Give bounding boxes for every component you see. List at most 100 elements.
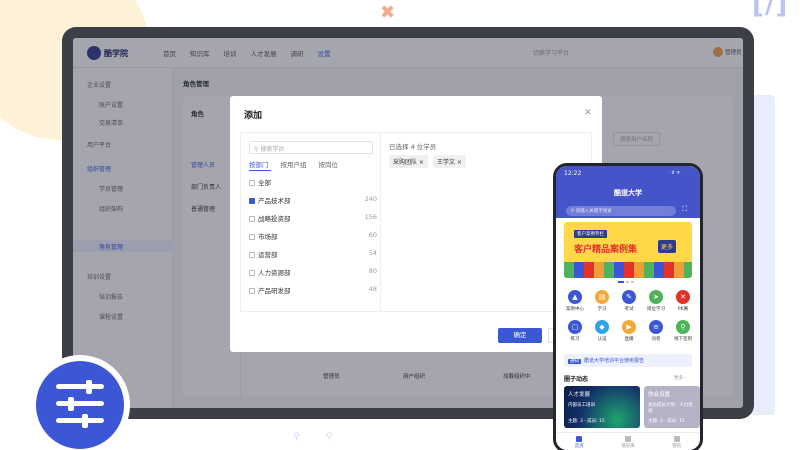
department-count: 80	[368, 267, 377, 275]
user-icon	[673, 436, 680, 442]
feature-icon: ▲	[568, 290, 582, 304]
section-title: 圈子动态	[564, 376, 589, 383]
add-dialog: 添加 ✕ ⚲ 搜索学员 按部门 按用户组 按岗位 全部产品技术部 240 战略投资部…	[230, 96, 602, 352]
feature-item[interactable]: ✎ 考试	[616, 290, 642, 312]
tab-by-department[interactable]: 按部门	[249, 159, 269, 169]
chip-label: 采购团队	[393, 159, 418, 166]
phone-search-input[interactable]: ⚲ 请输入关键字搜索	[566, 206, 676, 216]
feature-item[interactable]: ≡ 问卷	[643, 320, 669, 342]
checkbox[interactable]	[249, 270, 255, 276]
tab-by-position[interactable]: 按岗位	[319, 159, 339, 169]
department-name: 战略投资部	[258, 215, 291, 223]
feature-item[interactable]: ▲ 案例中心	[562, 290, 588, 312]
feature-item[interactable]: ✕ PK赛	[670, 290, 696, 312]
feature-item[interactable]: ▢ 练习	[562, 320, 588, 342]
feature-item[interactable]: ◆ 认证	[589, 320, 615, 342]
sliders-icon	[56, 380, 104, 428]
close-icon[interactable]: ✕	[584, 108, 592, 118]
chip-label: 王学文	[436, 159, 455, 166]
feature-icon: ⚲	[676, 320, 690, 334]
search-decor-icon: ⚲	[293, 432, 300, 442]
banner-tag: 客户案例专栏	[574, 230, 607, 238]
stage: ✖ [/] 酷学院 首页 知识库 培训 人才发展 调研 设置 切换学习平台 · …	[0, 0, 800, 450]
feature-label: 问卷	[651, 337, 661, 342]
checkbox[interactable]	[249, 198, 255, 204]
selection-panel: ⚲ 搜索学员 按部门 按用户组 按岗位 全部产品技术部 240 战略投资部 156 市场…	[240, 132, 380, 312]
department-row[interactable]: 战略投资部 156	[249, 213, 377, 223]
feature-item[interactable]: ➤ 岗位学习	[643, 290, 669, 312]
dialog-tabs: 按部门 按用户组 按岗位	[249, 159, 338, 169]
checkbox[interactable]	[249, 216, 255, 222]
banner-more-button[interactable]: 更多	[658, 240, 677, 253]
feature-item[interactable]: ⚲ 线下签到	[670, 320, 696, 342]
selected-count: 已选择 4 位学员	[389, 143, 437, 151]
tabbar-me[interactable]: 我的	[672, 436, 681, 450]
department-row[interactable]: 全部	[249, 177, 377, 187]
banner-title: 客户精品案例集	[574, 245, 638, 255]
tabbar-label: 首页	[574, 444, 584, 449]
department-row[interactable]: 产品研发部 48	[249, 285, 377, 295]
department-row[interactable]: 运营部 54	[249, 249, 377, 259]
feature-icon: ➤	[649, 290, 663, 304]
feature-item[interactable]: ▶ 直播	[616, 320, 642, 342]
student-search-input[interactable]: ⚲ 搜索学员	[249, 141, 373, 154]
department-name: 运营部	[258, 251, 278, 259]
selected-chip[interactable]: 采购团队 ×	[389, 155, 428, 168]
tabbar-label: 培训库	[621, 444, 635, 449]
feature-icon: ✎	[622, 290, 636, 304]
feature-label: 认证	[597, 337, 607, 342]
tabbar-label: 我的	[672, 444, 682, 449]
checkbox[interactable]	[249, 288, 255, 294]
phone-search-placeholder: 请输入关键字搜索	[575, 209, 612, 214]
promo-banner[interactable]: 客户案例专栏 客户精品案例集 更多	[564, 222, 692, 278]
department-count: 48	[368, 285, 377, 293]
phone-title: 酷道大学	[614, 189, 642, 197]
feature-icon: ▢	[568, 320, 582, 334]
selected-chips: 采购团队 × 王学文 ×	[389, 155, 466, 168]
card-meta: 主题: 3 · 成员: 15	[648, 419, 685, 424]
scan-icon[interactable]: ⛶	[682, 205, 687, 214]
search-placeholder: 搜索学员	[260, 146, 285, 153]
x-decor-icon: ✖	[380, 2, 396, 23]
card-title: 你会设置	[648, 392, 671, 398]
department-count: 240	[364, 195, 377, 203]
feature-item[interactable]: ▤ 学习	[589, 290, 615, 312]
circle-card[interactable]: 人才发展 内部员工培训 主题: 3 · 成员: 15	[564, 386, 640, 428]
department-name: 产品研发部	[258, 287, 291, 295]
dialog-title: 添加	[244, 111, 263, 121]
checkbox[interactable]	[249, 234, 255, 240]
notice-bar[interactable]: 通知 酷道大学培训平台使用报告	[564, 354, 692, 367]
department-name: 产品技术部	[258, 197, 291, 205]
banner-illustration	[564, 262, 692, 278]
feature-label: 学习	[597, 307, 607, 312]
selected-chip[interactable]: 王学文 ×	[432, 155, 466, 168]
department-name: 全部	[258, 179, 271, 187]
feature-label: PK赛	[677, 307, 689, 312]
phone-mockup: 12:22 ·ıl ᯤ 酷道大学 ⚲ 请输入关键字搜索 ⛶ 客户案例专栏 客户精…	[553, 163, 703, 450]
department-name: 市场部	[258, 233, 278, 241]
library-icon	[625, 436, 631, 442]
card-title: 人才发展	[568, 392, 591, 398]
feature-icon: ✕	[676, 290, 690, 304]
feature-icon: ≡	[649, 320, 663, 334]
feature-label: 考试	[624, 307, 634, 312]
feature-label: 岗位学习	[647, 307, 665, 312]
department-count: 60	[368, 231, 377, 239]
department-row[interactable]: 市场部 60	[249, 231, 377, 241]
carousel-dots	[618, 281, 634, 283]
tab-by-group[interactable]: 按用户组	[281, 159, 307, 169]
feature-label: 案例中心	[566, 307, 584, 312]
card-meta: 主题: 3 · 成员: 15	[568, 419, 605, 424]
tabbar-home[interactable]: 首页	[575, 436, 584, 450]
checkbox[interactable]	[249, 252, 255, 258]
checkbox[interactable]	[249, 180, 255, 186]
tabbar-library[interactable]: 培训库	[621, 436, 635, 450]
feature-label: 直播	[624, 337, 634, 342]
confirm-button[interactable]: 确定	[498, 328, 542, 343]
department-row[interactable]: 产品技术部 240	[249, 195, 377, 205]
circle-card[interactable]: 你会设置 会员成长计划 · 人力资源 主题: 3 · 成员: 15	[644, 386, 700, 428]
feature-label: 练习	[570, 337, 580, 342]
section-more-link[interactable]: 更多 ›	[674, 375, 686, 381]
phone-header: 12:22 ·ıl ᯤ 酷道大学 ⚲ 请输入关键字搜索 ⛶	[556, 166, 700, 218]
department-row[interactable]: 人力资源部 80	[249, 267, 377, 277]
